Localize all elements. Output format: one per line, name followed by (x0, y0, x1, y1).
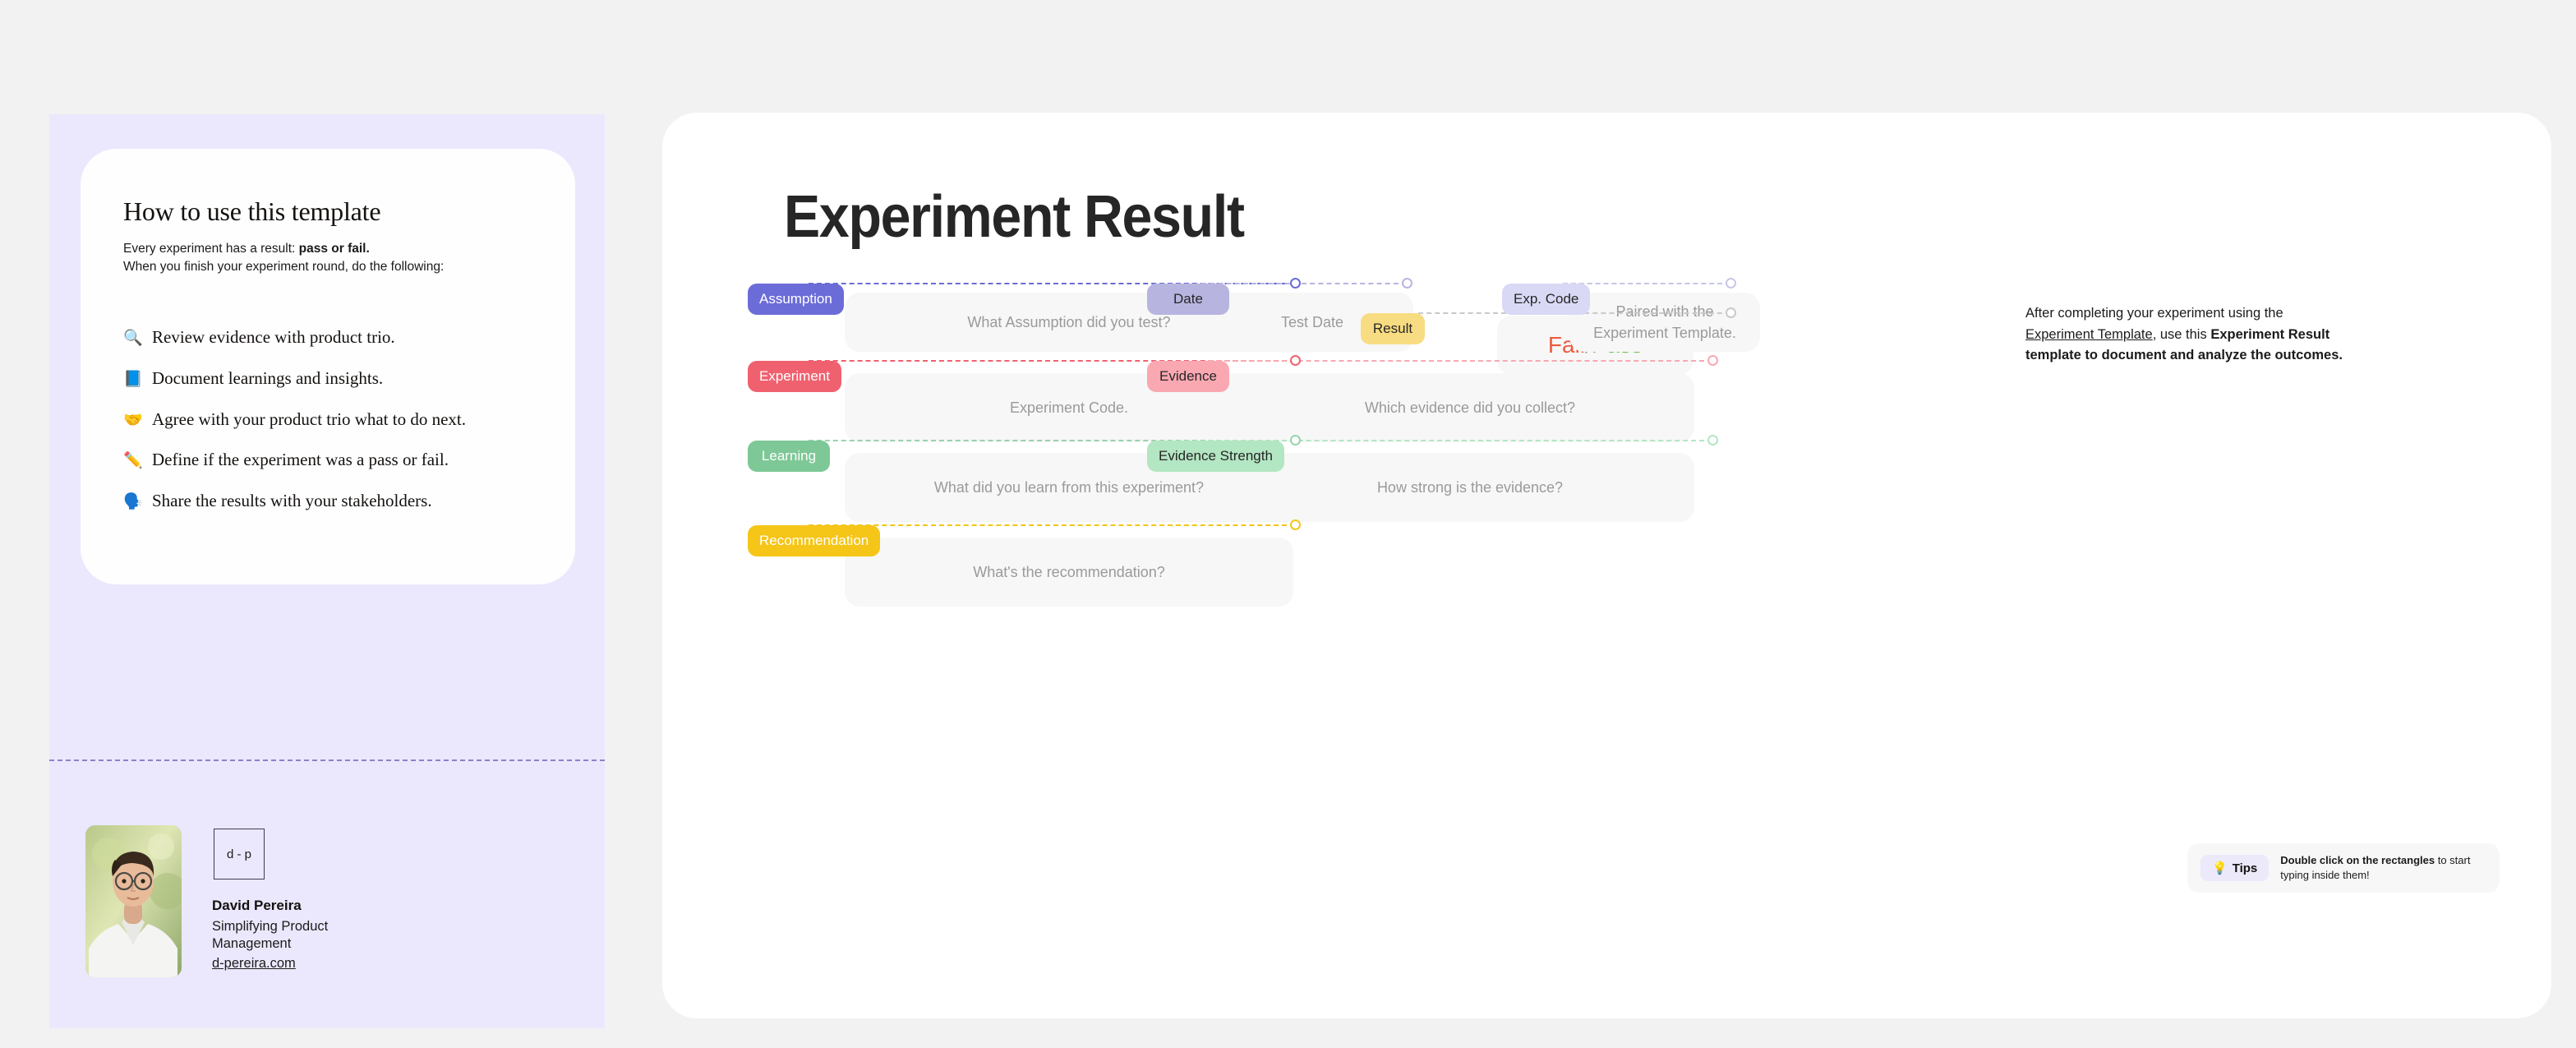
label-pill-evidence-strength[interactable]: Evidence Strength (1147, 441, 1284, 472)
speaking-head-icon: 🗣️ (123, 493, 143, 511)
intro-line1: After completing your experiment using t… (2025, 306, 2283, 321)
tips-label: Tips (2232, 861, 2258, 875)
label-pill-date[interactable]: Date (1147, 284, 1229, 315)
author-card: d - p David Pereira Simplifying Product … (85, 825, 343, 977)
how-to-subtitle-bold: pass or fail. (298, 242, 370, 256)
connector-line-date (1201, 283, 1407, 284)
intro-mid: , use this (2152, 326, 2211, 342)
field-input-recommendation[interactable]: What's the recommendation? (845, 538, 1293, 607)
result-pill[interactable]: Result (1361, 313, 1425, 344)
author-name: David Pereira (212, 898, 302, 913)
result-pill-label: Result (1372, 321, 1413, 336)
intro-bold1: Experiment Result (2210, 326, 2330, 342)
how-to-step-text: Share the results with your stakeholders… (152, 491, 432, 511)
label-pill-text-evidence: Evidence (1159, 368, 1217, 384)
how-to-step-text: Define if the experiment was a pass or f… (152, 450, 449, 470)
how-to-subtitle-line2: When you finish your experiment round, d… (123, 260, 445, 274)
how-to-subtitle: Every experiment has a result: pass or f… (123, 240, 532, 276)
field-placeholder-exp-code: Paired with the Experiment Template. (1593, 302, 1736, 341)
how-to-title: How to use this template (123, 196, 381, 226)
connector-line-evidence (1208, 360, 1712, 362)
how-to-step-text: Agree with your product trio what to do … (152, 409, 466, 429)
connector-line-exp-code (1563, 283, 1730, 284)
connector-dot-learning (1290, 435, 1301, 446)
label-pill-learning[interactable]: Learning (748, 441, 830, 472)
intro-bold2: template to document and analyze the out… (2025, 348, 2343, 363)
tips-pill: 💡 Tips (2200, 855, 2270, 881)
handshake-icon: 🤝 (123, 411, 143, 429)
connector-dot-evidence (1707, 355, 1718, 366)
author-logo: d - p (214, 829, 265, 879)
how-to-step: 🤝 Agree with your product trio what to do… (123, 409, 532, 431)
avatar (85, 825, 182, 977)
tips-text-bold: Double click on the rectangles (2280, 853, 2435, 866)
label-pill-text-exp-code: Exp. Code (1514, 291, 1579, 307)
author-role: Simplifying Product Management (212, 919, 329, 952)
how-to-step-text: Review evidence with product trio. (152, 327, 395, 347)
connector-dot-date (1402, 278, 1412, 289)
author-info: d - p David Pereira Simplifying Product … (212, 825, 343, 977)
field-placeholder-recommendation: What's the recommendation? (973, 563, 1165, 580)
how-to-use-card: How to use this template Every experimen… (81, 149, 575, 584)
connector-line-recommendation (809, 524, 1295, 526)
how-to-step-text: Document learnings and insights. (152, 367, 384, 388)
how-to-step: 🔍 Review evidence with product trio. (123, 327, 532, 349)
field-placeholder-evidence: Which evidence did you collect? (1364, 399, 1576, 416)
label-pill-text-recommendation: Recommendation (759, 533, 869, 548)
connector-dot-experiment (1290, 355, 1301, 366)
label-pill-recommendation[interactable]: Recommendation (748, 525, 881, 556)
label-pill-assumption[interactable]: Assumption (748, 284, 844, 315)
connector-dot-exp-code (1726, 278, 1736, 289)
blue-book-icon: 📘 (123, 370, 143, 388)
field-input-evidence-strength[interactable]: How strong is the evidence? (1246, 453, 1694, 522)
tips-text: Double click on the rectangles to start … (2280, 853, 2486, 884)
connector-line-evidence-strength (1208, 440, 1712, 441)
author-website-link[interactable]: d-pereira.com (212, 956, 296, 972)
label-pill-text-experiment: Experiment (759, 368, 830, 384)
intro-paragraph: After completing your experiment using t… (2025, 303, 2379, 367)
field-placeholder-learning: What did you learn from this experiment? (933, 478, 1205, 496)
how-to-step: ✏️ Define if the experiment was a pass or… (123, 450, 532, 471)
magnifier-icon: 🔍 (123, 330, 143, 347)
connector-dot-evidence-strength (1707, 435, 1718, 446)
avatar-photo-icon (85, 825, 182, 977)
how-to-step: 📘 Document learnings and insights. (123, 368, 532, 390)
label-pill-text-learning: Learning (761, 448, 817, 464)
label-pill-evidence[interactable]: Evidence (1147, 361, 1229, 392)
label-pill-experiment[interactable]: Experiment (748, 361, 841, 392)
pencil-icon: ✏️ (123, 452, 143, 470)
field-input-exp-code[interactable]: Paired with the Experiment Template. (1569, 293, 1760, 352)
connector-dot-recommendation (1290, 519, 1301, 530)
field-input-evidence[interactable]: Which evidence did you collect? (1246, 373, 1694, 442)
result-connector-dot (1726, 307, 1736, 318)
experiment-template-link[interactable]: Experiment Template (2025, 327, 2153, 342)
field-placeholder-assumption: What Assumption did you test? (967, 313, 1171, 330)
how-to-subtitle-prefix: Every experiment has a result: (123, 242, 299, 256)
label-pill-text-assumption: Assumption (759, 291, 832, 307)
tips-box: 💡 Tips Double click on the rectangles to… (2187, 843, 2500, 893)
label-pill-text-evidence-strength: Evidence Strength (1159, 448, 1273, 464)
page-title: Experiment Result (784, 184, 1245, 250)
field-placeholder-date: Test Date (1280, 313, 1344, 330)
lightbulb-icon: 💡 (2212, 861, 2228, 875)
field-placeholder-evidence-strength: How strong is the evidence? (1376, 478, 1564, 496)
label-pill-text-date: Date (1173, 291, 1203, 307)
field-placeholder-experiment: Experiment Code. (1009, 399, 1129, 416)
connector-dot-assumption (1290, 278, 1301, 289)
how-to-steps-list: 🔍 Review evidence with product trio. 📘 Docu… (123, 327, 532, 512)
label-pill-exp-code[interactable]: Exp. Code (1502, 284, 1591, 315)
how-to-step: 🗣️ Share the results with your stakeholde… (123, 491, 532, 512)
left-panel-divider (49, 759, 605, 761)
